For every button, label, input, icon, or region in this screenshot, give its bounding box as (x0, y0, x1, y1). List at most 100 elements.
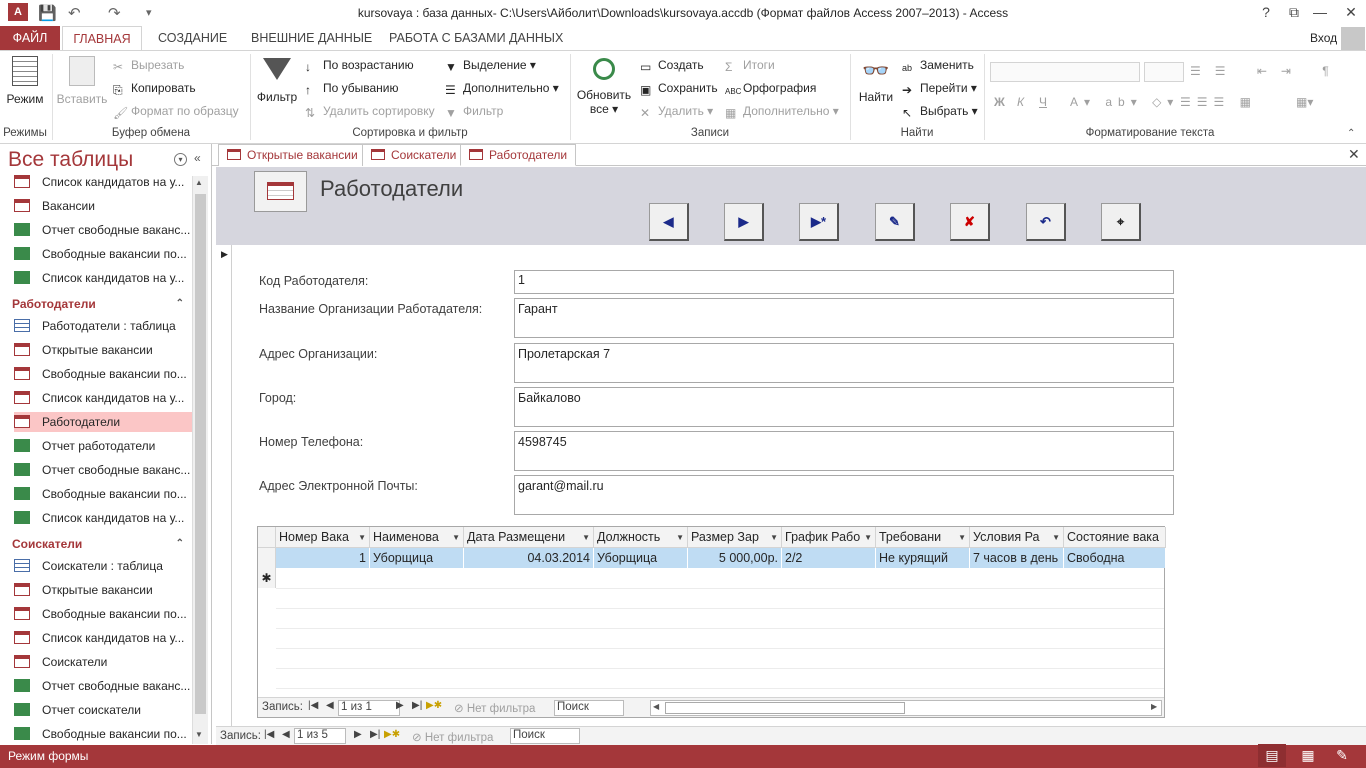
delete-record-button[interactable]: ✕ Удалить ▾ (640, 104, 713, 120)
nav-item[interactable]: Список кандидатов на у... (14, 628, 192, 648)
nav-menu-chevron-icon[interactable]: ▾ (174, 153, 187, 166)
list-buttons[interactable]: ☰☰ ⇤⇥ ¶ (1190, 64, 1343, 78)
new-record-nav-button[interactable]: ▶* (799, 203, 839, 241)
save-record-button[interactable]: ▣ Сохранить (640, 81, 718, 97)
doc-tab-employers[interactable]: Работодатели (460, 144, 577, 166)
column-header[interactable]: Условия Ра ▼ (970, 527, 1064, 548)
select-button[interactable]: ↖ Выбрать ▾ (902, 104, 978, 120)
column-header[interactable]: Размер Зар ▼ (688, 527, 782, 548)
avatar[interactable] (1341, 27, 1365, 51)
tab-database-tools[interactable]: РАБОТА С БАЗАМИ ДАННЫХ (377, 26, 575, 50)
help-button[interactable]: ? (1252, 2, 1280, 22)
subform-filter-status[interactable]: ⊘ Нет фильтра (454, 701, 535, 715)
column-header[interactable]: Должность ▼ (594, 527, 688, 548)
layout-view-icon[interactable]: ✎ (1330, 744, 1354, 766)
record-selector[interactable]: ▶ (216, 245, 232, 745)
form-view-icon[interactable]: ▤ (1258, 744, 1286, 767)
next-record-icon[interactable]: ▶ (396, 700, 404, 711)
nav-item[interactable]: Список кандидатов на у... (14, 172, 192, 192)
cut-button[interactable]: ✂ Вырезать (113, 58, 184, 74)
column-dropdown-icon[interactable]: ▼ (582, 527, 590, 547)
refresh-all-button[interactable]: Обновить все ▾ (574, 58, 634, 116)
field-input[interactable]: 4598745 (514, 431, 1174, 471)
tab-file[interactable]: ФАЙЛ (0, 26, 60, 50)
new-record-star-icon[interactable]: ▶✱ (426, 700, 442, 711)
last-record-icon[interactable]: ▶| (412, 700, 422, 711)
column-dropdown-icon[interactable]: ▼ (452, 527, 460, 547)
gridlines-button[interactable]: ▦▾ (1296, 95, 1313, 109)
font-size-select[interactable] (1144, 62, 1184, 82)
nav-item[interactable]: Соискатели (14, 652, 192, 672)
close-window-button[interactable]: ✕ (1337, 2, 1365, 22)
save-record-form-button[interactable]: ✎ (875, 203, 915, 241)
format-painter-button[interactable]: 🖌 Формат по образцу (113, 104, 239, 120)
new-record-star-icon[interactable]: ▶✱ (384, 729, 400, 740)
nav-group-header[interactable]: Соискатели ⌃ (12, 534, 184, 554)
nav-item[interactable]: Список кандидатов на у... (14, 508, 192, 528)
subform-hscrollbar[interactable]: ◀ ▶ (650, 700, 1162, 716)
subform-record-position[interactable]: 1 из 1 (338, 700, 400, 716)
nav-item[interactable]: Свободные вакансии по... (14, 604, 192, 624)
column-header[interactable]: Дата Размещени ▼ (464, 527, 594, 548)
doc-tab-open-vacancies[interactable]: Открытые вакансии (218, 144, 367, 166)
sort-asc-button[interactable]: ↓ По возрастанию (305, 58, 414, 74)
nav-item[interactable]: Открытые вакансии (14, 580, 192, 600)
records-more-button[interactable]: ▦ Дополнительно ▾ (725, 104, 839, 120)
selection-button[interactable]: ▼ Выделение ▾ (445, 58, 536, 74)
column-dropdown-icon[interactable]: ▼ (770, 527, 778, 547)
collapse-group-icon[interactable]: ⌃ (176, 534, 184, 554)
toggle-filter-button[interactable]: ▼ Фильтр (445, 104, 503, 120)
font-name-select[interactable] (990, 62, 1140, 82)
datasheet-view-icon[interactable]: ▦ (1296, 744, 1320, 766)
collapse-group-icon[interactable]: ⌃ (176, 294, 184, 314)
font-color-buttons[interactable]: A▾ ab▾ ◇▾ (1070, 95, 1179, 109)
remove-sort-button[interactable]: ⇅ Удалить сортировку (305, 104, 435, 120)
select-all-corner[interactable] (258, 527, 276, 548)
nav-item[interactable]: Вакансии (14, 196, 192, 216)
italic-button[interactable]: К (1017, 95, 1024, 109)
field-input[interactable]: 1 (514, 270, 1174, 294)
scroll-down-icon[interactable]: ▼ (195, 730, 203, 739)
field-input[interactable]: Гарант (514, 298, 1174, 338)
column-header[interactable]: График Рабо ▼ (782, 527, 876, 548)
collapse-ribbon-icon[interactable]: ⌃ (1347, 128, 1355, 139)
last-record-icon[interactable]: ▶| (370, 729, 380, 740)
totals-button[interactable]: Σ Итоги (725, 58, 775, 74)
nav-item[interactable]: Отчет свободные ваканс... (14, 220, 192, 240)
column-dropdown-icon[interactable]: ▼ (864, 527, 872, 547)
filter-button[interactable]: Фильтр (254, 56, 300, 104)
advanced-filter-button[interactable]: ☰ Дополнительно ▾ (445, 81, 559, 97)
find-record-button[interactable]: ⌖ (1101, 203, 1141, 241)
column-header[interactable]: Состояние вака (1064, 527, 1166, 548)
first-record-icon[interactable]: |◀ (264, 729, 274, 740)
scroll-right-icon[interactable]: ▶ (1151, 702, 1157, 711)
nav-item[interactable]: Свободные вакансии по... (14, 364, 192, 384)
nav-scrollbar[interactable]: ▲ ▼ (192, 176, 208, 744)
table-cell[interactable]: Уборщица (594, 548, 688, 568)
nav-item[interactable]: Соискатели : таблица (14, 556, 192, 576)
nav-item[interactable]: Открытые вакансии (14, 340, 192, 360)
next-record-button[interactable]: ▶ (724, 203, 764, 241)
column-dropdown-icon[interactable]: ▼ (958, 527, 966, 547)
align-buttons[interactable]: ☰☰☰ ▦ (1180, 95, 1257, 109)
table-cell[interactable]: 2/2 (782, 548, 876, 568)
nav-item[interactable]: Отчет свободные ваканс... (14, 676, 192, 696)
table-cell[interactable]: 1 (276, 548, 370, 568)
find-button[interactable]: 👓 Найти (854, 58, 898, 104)
first-record-icon[interactable]: |◀ (308, 700, 318, 711)
table-cell[interactable]: Уборщица (370, 548, 464, 568)
tab-home[interactable]: ГЛАВНАЯ (62, 26, 142, 50)
prev-record-icon[interactable]: ◀ (326, 700, 334, 711)
doc-tab-applicants[interactable]: Соискатели (362, 144, 466, 166)
goto-button[interactable]: ➔ Перейти ▾ (902, 81, 977, 97)
nav-item[interactable]: Свободные вакансии по... (14, 724, 192, 744)
scroll-thumb[interactable] (195, 194, 206, 714)
nav-item[interactable]: Отчет соискатели (14, 700, 192, 720)
new-row-asterisk-icon[interactable]: ✱ (258, 568, 276, 588)
delete-record-form-button[interactable]: ✘ (950, 203, 990, 241)
prev-record-button[interactable]: ◀ (649, 203, 689, 241)
close-document-icon[interactable]: ✕ (1348, 146, 1360, 163)
copy-button[interactable]: ⎘ Копировать (113, 81, 196, 97)
bold-button[interactable]: Ж (994, 95, 1005, 109)
nav-item[interactable]: Работодатели (14, 412, 192, 432)
